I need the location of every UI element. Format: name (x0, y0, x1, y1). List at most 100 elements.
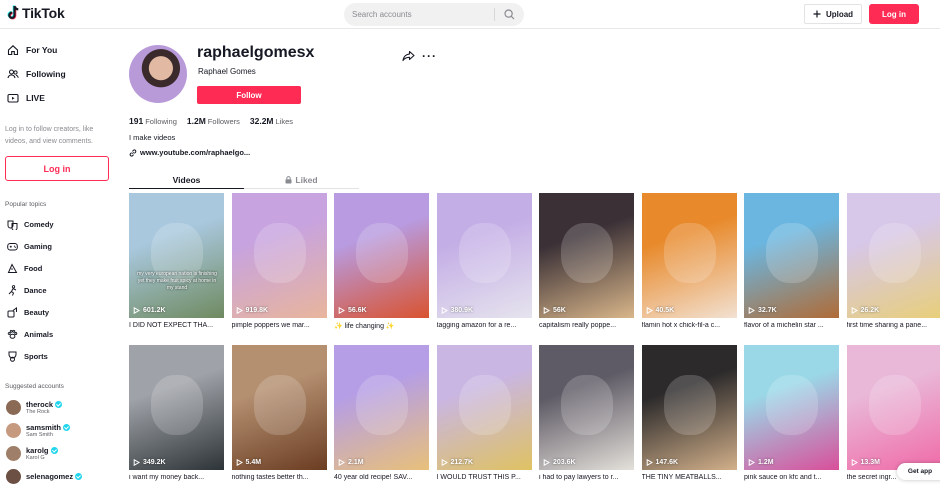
video-grid: my very european nation is finishing yet… (129, 193, 940, 480)
thumbnail-subject (664, 223, 716, 283)
search-button[interactable] (495, 3, 523, 26)
suggested-account-karolg[interactable]: karolg Karol G (6, 446, 58, 461)
video-caption[interactable]: ✨ life changing ✨ (334, 322, 429, 330)
nav-for-you[interactable]: For You (7, 44, 57, 56)
video-thumbnail[interactable]: 13.3M (847, 345, 940, 470)
thumbnail-subject (766, 223, 818, 283)
video-thumbnail[interactable]: 1.2M (744, 345, 839, 470)
get-app-button[interactable]: Get app (897, 463, 940, 480)
topic-comedy[interactable]: Comedy (7, 219, 54, 230)
video-card[interactable]: 13.3Mthe secret ingr... (847, 345, 940, 481)
suggested-account-selenagomez[interactable]: selenagomez (6, 469, 82, 484)
video-card[interactable]: 56.6K ✨ life changing ✨ (334, 193, 429, 330)
thumbnail-subject (664, 375, 716, 435)
video-thumbnail[interactable]: 56K (539, 193, 634, 318)
video-card[interactable]: 349.2Ki want my money back... (129, 345, 224, 481)
likes-stat: 32.2MLikes (250, 116, 293, 126)
account-handle: samsmith (26, 423, 61, 432)
video-views: 919.8K (236, 307, 269, 314)
play-icon (441, 459, 448, 466)
topic-beauty[interactable]: Beauty (7, 307, 49, 318)
play-icon (748, 307, 755, 314)
login-hint: Log in to follow creators, like videos, … (5, 124, 110, 148)
video-thumbnail[interactable]: 203.6K (539, 345, 634, 470)
follow-button[interactable]: Follow (197, 86, 301, 104)
topic-dance[interactable]: Dance (7, 285, 47, 296)
video-caption[interactable]: I DID NOT EXPECT THA... (129, 322, 224, 329)
video-card[interactable]: 919.8K pimple poppers we mar... (232, 193, 327, 329)
suggested-account-samsmith[interactable]: samsmith Sam Smith (6, 423, 70, 438)
video-caption[interactable]: flamin hot x chick-fil-a c... (642, 322, 737, 329)
video-card[interactable]: 32.7K flavor of a michelin star ... (744, 193, 839, 329)
video-thumbnail[interactable]: 349.2K (129, 345, 224, 470)
video-caption[interactable]: first time sharing a pane... (847, 322, 940, 329)
account-name: Karol G (26, 455, 58, 461)
upload-button[interactable]: Upload (804, 4, 862, 24)
play-icon (441, 307, 448, 314)
video-thumbnail[interactable]: 26.2K (847, 193, 940, 318)
search-input[interactable] (344, 3, 494, 26)
video-card[interactable]: my very european nation is finishing yet… (129, 193, 224, 329)
topic-animals[interactable]: Animals (7, 329, 53, 340)
likes-label: Likes (276, 117, 294, 126)
profile-link[interactable]: www.youtube.com/raphaelgo... (129, 148, 250, 157)
video-thumbnail[interactable]: 2.1M (334, 345, 429, 470)
video-thumbnail[interactable]: 5.4M (232, 345, 327, 470)
topic-label: Comedy (24, 220, 54, 229)
video-caption[interactable]: pimple poppers we mar... (232, 322, 327, 329)
video-caption[interactable]: tagging amazon for a re... (437, 322, 532, 329)
topic-food[interactable]: Food (7, 263, 42, 274)
video-overlay-text: my very european nation is finishing yet… (137, 271, 217, 292)
thumbnail-subject (459, 375, 511, 435)
play-icon (851, 307, 858, 314)
topic-gaming[interactable]: Gaming (7, 241, 52, 252)
video-card[interactable]: 40.5K flamin hot x chick-fil-a c... (642, 193, 737, 329)
video-card[interactable]: 1.2Mpink sauce on kfc and t... (744, 345, 839, 481)
tab-liked[interactable]: Liked (244, 171, 359, 189)
video-card[interactable]: 5.4Mnothing tastes better th... (232, 345, 327, 481)
following-stat[interactable]: 191Following (129, 116, 177, 126)
view-count: 601.2K (143, 307, 166, 314)
profile-avatar (129, 45, 187, 103)
tab-videos[interactable]: Videos (129, 171, 244, 189)
video-thumbnail[interactable]: 147.6K (642, 345, 737, 470)
header-login-button[interactable]: Log in (869, 4, 919, 24)
share-icon[interactable] (402, 50, 415, 62)
video-views: 349.2K (133, 459, 166, 466)
gaming-icon (7, 241, 18, 252)
profile-tabs: Videos Liked (129, 171, 359, 189)
view-count: 56.6K (348, 307, 367, 314)
video-card[interactable]: 380.9K tagging amazon for a re... (437, 193, 532, 329)
video-thumbnail[interactable]: 212.7K (437, 345, 532, 470)
nav-following[interactable]: Following (7, 68, 66, 80)
video-thumbnail[interactable]: 380.9K (437, 193, 532, 318)
video-caption[interactable]: flavor of a michelin star ... (744, 322, 839, 329)
video-card[interactable]: 147.6KTHE TINY MEATBALLS... (642, 345, 737, 481)
topic-label: Animals (24, 330, 53, 339)
suggested-account-therock[interactable]: therock The Rock (6, 400, 62, 415)
video-card[interactable]: 2.1M40 year old recipe! SAV... (334, 345, 429, 481)
topic-sports[interactable]: Sports (7, 351, 48, 362)
followers-count: 1.2M (187, 116, 206, 126)
tiktok-logo[interactable]: TikTok (6, 5, 65, 21)
thumbnail-subject (561, 375, 613, 435)
video-thumbnail[interactable]: 40.5K (642, 193, 737, 318)
account-name: Sam Smith (26, 432, 70, 438)
users-icon (7, 68, 19, 80)
video-caption[interactable]: capitalism really poppe... (539, 322, 634, 329)
video-thumbnail[interactable]: 32.7K (744, 193, 839, 318)
suggested-accounts-heading: Suggested accounts (5, 383, 64, 390)
sidebar-login-button[interactable]: Log in (5, 156, 109, 181)
sports-icon (7, 351, 18, 362)
nav-live[interactable]: LIVE (7, 92, 45, 104)
video-thumbnail[interactable]: my very european nation is finishing yet… (129, 193, 224, 318)
video-card[interactable]: 203.6Ki had to pay lawyers to r... (539, 345, 634, 481)
video-card[interactable]: 212.7KI WOULD TRUST THIS P... (437, 345, 532, 481)
followers-stat[interactable]: 1.2MFollowers (187, 116, 240, 126)
video-card[interactable]: 56K capitalism really poppe... (539, 193, 634, 329)
video-card[interactable]: 26.2K first time sharing a pane... (847, 193, 940, 329)
video-thumbnail[interactable]: 919.8K (232, 193, 327, 318)
video-thumbnail[interactable]: 56.6K (334, 193, 429, 318)
more-options-icon[interactable]: ··· (422, 49, 437, 63)
profile-username: raphaelgomesx (197, 44, 314, 62)
